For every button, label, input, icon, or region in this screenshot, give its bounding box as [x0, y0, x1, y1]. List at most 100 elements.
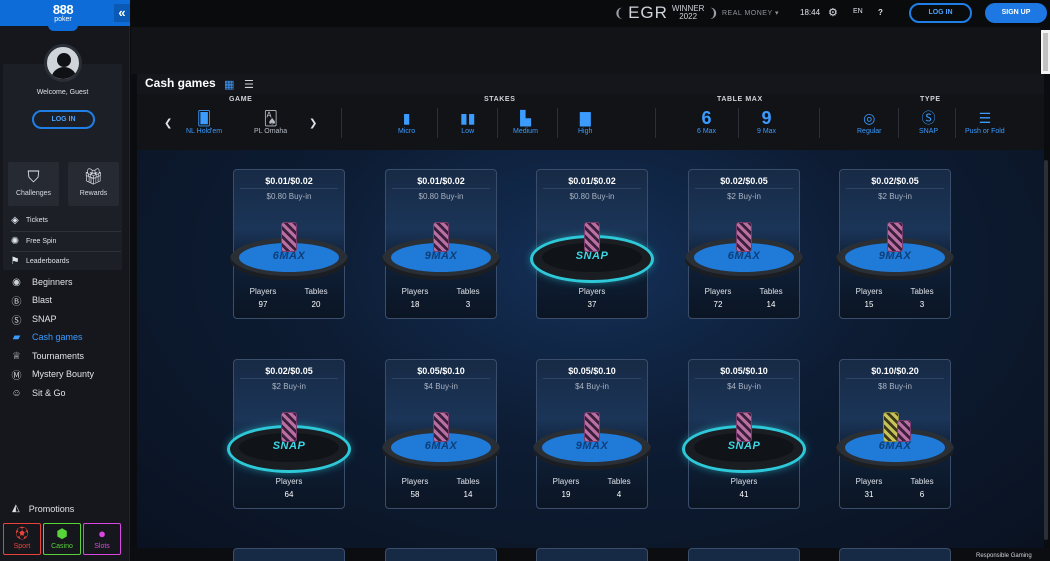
trophy-icon: ♕: [12, 350, 21, 362]
brand-logo[interactable]: 888 poker: [48, 3, 78, 31]
table-card[interactable]: $0.05/$0.10 $4 Buy-in 6MAX Players 58 Tab…: [382, 359, 500, 509]
scrollbar[interactable]: [1041, 30, 1050, 74]
collapse-sidebar-button[interactable]: «: [114, 4, 130, 22]
cards-icon: ▰: [12, 331, 21, 343]
tables-stat: Tables 20: [304, 287, 328, 309]
stake-label: $0.02/$0.05: [720, 176, 768, 186]
players-stat: Players 41: [730, 477, 758, 499]
table-card[interactable]: $0.02/$0.05 $2 Buy-in SNAP Players 64: [230, 359, 348, 509]
app-root: 888 poker « Welcome, Guest LOG IN ⛉ Chal…: [0, 0, 1050, 561]
chevron-left-icon[interactable]: ❮: [164, 118, 172, 129]
filter-stakes-medium[interactable]: ▙ Medium: [513, 109, 538, 135]
cards-icon: 🂠︎: [196, 110, 212, 126]
rewards-tile[interactable]: 🎁︎ Rewards: [68, 162, 119, 206]
welcome-text: Welcome, Guest: [36, 89, 89, 96]
sidebar-item-leaderboards[interactable]: ⚑ Leaderboards: [9, 252, 70, 270]
sidebar-item-mystery-bounty[interactable]: Ⓜ Mystery Bounty: [10, 366, 95, 382]
sidebar-login-button[interactable]: LOG IN: [32, 110, 95, 129]
table-card[interactable]: [536, 548, 648, 561]
real-money-dropdown[interactable]: REAL MONEY ▾: [722, 9, 779, 17]
filter-stakes-low[interactable]: ▮▮ Low: [460, 109, 475, 135]
buyin-label: $0.80 Buy-in: [418, 192, 464, 201]
filter-table-6max[interactable]: 6 6 Max: [697, 109, 716, 135]
gift-icon: 🎁︎: [83, 169, 104, 186]
table-card[interactable]: $0.01/$0.02 $0.80 Buy-in 9MAX Players 18 …: [382, 169, 500, 319]
stake-label: $0.01/$0.02: [417, 176, 465, 186]
stake-label: $0.02/$0.05: [265, 366, 313, 376]
table-card[interactable]: $0.02/$0.05 $2 Buy-in 6MAX Players 72 Tab…: [685, 169, 803, 319]
mystery-bounty-label: Mystery Bounty: [32, 369, 95, 379]
help-icon[interactable]: ?: [878, 8, 883, 17]
table-card[interactable]: [233, 548, 345, 561]
responsible-gaming-link[interactable]: Responsible Gaming: [976, 553, 1032, 559]
divider: [543, 378, 641, 379]
filter-game-nl-holdem[interactable]: 🂠︎ NL Hold'em: [186, 109, 222, 135]
filter-type-snap[interactable]: Ⓢ SNAP: [919, 109, 938, 135]
sport-label: Sport: [13, 543, 31, 550]
ticket-icon: ◈: [11, 214, 19, 226]
signup-button[interactable]: SIGN UP: [985, 3, 1047, 23]
sidebar-item-blast[interactable]: Ⓑ Blast: [10, 292, 53, 308]
players-stat: Players 72: [704, 287, 732, 309]
leaderboards-label: Leaderboards: [26, 257, 70, 265]
chip-stack-icon: [736, 412, 752, 442]
divider: [240, 188, 338, 189]
table-card[interactable]: $0.01/$0.02 $0.80 Buy-in SNAP Players 37: [533, 169, 651, 319]
sidebar-item-tournaments[interactable]: ♕ Tournaments: [10, 348, 84, 364]
table-card[interactable]: $0.05/$0.10 $4 Buy-in SNAP Players 41: [685, 359, 803, 509]
grid-view-icon[interactable]: ▦: [224, 78, 234, 91]
sport-tile[interactable]: ⚽︎ Sport: [3, 523, 41, 555]
chevron-down-icon: ▾: [774, 10, 779, 17]
list-view-icon[interactable]: ☰: [244, 78, 254, 91]
chip-stack-icon: [897, 420, 911, 442]
players-stat: Players 58: [401, 477, 429, 499]
filter-title-game: GAME: [229, 96, 253, 103]
filter-stakes-micro[interactable]: ▮ Micro: [398, 109, 415, 135]
book-icon: ◉: [12, 276, 21, 288]
filter-table-9max[interactable]: 9 9 Max: [757, 109, 776, 135]
casino-tile[interactable]: ⬢ Casino: [43, 523, 81, 555]
filter-type-push-or-fold[interactable]: ☰ Push or Fold: [965, 109, 1005, 135]
buyin-label: $4 Buy-in: [727, 382, 761, 391]
gear-icon[interactable]: ⚙: [828, 6, 838, 19]
buyin-label: $2 Buy-in: [272, 382, 306, 391]
sidebar-item-snap[interactable]: Ⓢ SNAP: [10, 311, 57, 327]
divider: [695, 378, 793, 379]
snap-icon: Ⓢ: [921, 110, 936, 126]
players-stat: Players 19: [552, 477, 580, 499]
sidebar-item-cash-games[interactable]: ▰ Cash games: [10, 329, 83, 345]
chip-stack-icon: [433, 222, 449, 252]
header-login-button[interactable]: LOG IN: [909, 3, 972, 23]
sidebar-item-free-spin[interactable]: ✺ Free Spin: [9, 232, 57, 250]
filter-game-pl-omaha[interactable]: 🂡︎ PL Omaha: [254, 109, 287, 135]
slots-tile[interactable]: ● Slots: [83, 523, 121, 555]
clock: 18:44: [800, 8, 821, 17]
buyin-label: $2 Buy-in: [878, 192, 912, 201]
divider: [240, 378, 338, 379]
challenges-tile[interactable]: ⛉ Challenges: [8, 162, 59, 206]
divider: [846, 188, 944, 189]
language-selector[interactable]: EN: [853, 8, 863, 15]
sidebar-item-tickets[interactable]: ◈ Tickets: [9, 211, 48, 229]
sidebar-item-promotions[interactable]: ◭ Promotions: [12, 503, 74, 514]
table-card[interactable]: [839, 548, 951, 561]
table-card[interactable]: $0.05/$0.10 $4 Buy-in 9MAX Players 19 Tab…: [533, 359, 651, 509]
tables-stat: Tables 3: [910, 287, 934, 309]
table-card[interactable]: [688, 548, 800, 561]
flag-icon: ⚑: [10, 255, 20, 267]
sidebar-item-beginners[interactable]: ◉ Beginners: [10, 274, 72, 290]
stake-label: $0.10/$0.20: [871, 366, 919, 376]
chevron-right-icon[interactable]: ❯: [309, 118, 317, 129]
table-card[interactable]: $0.02/$0.05 $2 Buy-in 9MAX Players 15 Tab…: [836, 169, 954, 319]
chip-stack-icon: ▙: [520, 110, 531, 126]
scrollbar[interactable]: [1044, 160, 1048, 540]
shield-star-icon: ⛉: [27, 169, 40, 186]
filter-stakes-high[interactable]: ▇ High: [578, 109, 592, 135]
soccer-ball-icon: ⚽︎: [15, 526, 29, 541]
table-card[interactable]: [385, 548, 497, 561]
table-card[interactable]: $0.10/$0.20 $8 Buy-in 6MAX Players 31 Tab…: [836, 359, 954, 509]
sidebar-item-sit-and-go[interactable]: ☺ Sit & Go: [10, 385, 65, 401]
table-card[interactable]: $0.01/$0.02 $0.80 Buy-in 6MAX Players 97 …: [230, 169, 348, 319]
filter-type-regular[interactable]: ◎ Regular: [857, 109, 882, 135]
laurel-icon: ❩: [708, 6, 719, 20]
